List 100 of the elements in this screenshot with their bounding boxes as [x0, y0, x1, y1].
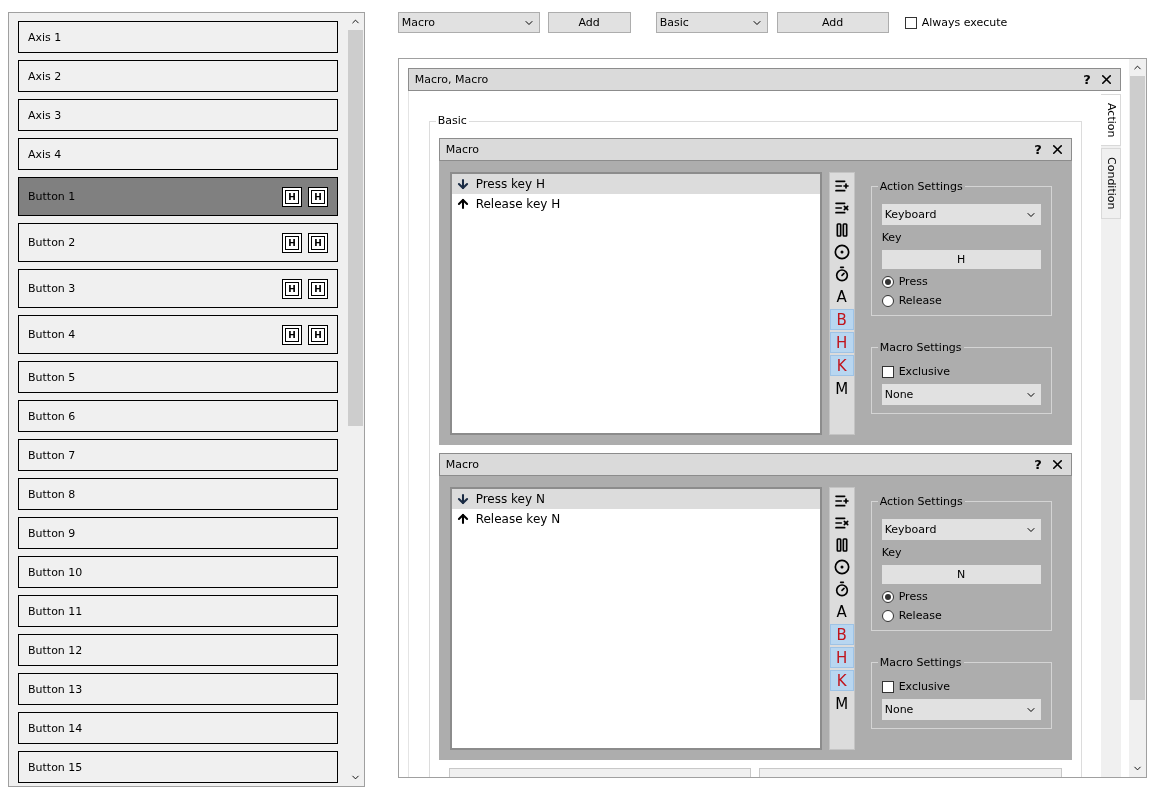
input-label: Button 15	[28, 760, 84, 774]
input-item[interactable]: Button 5	[18, 361, 338, 393]
key-badge: H	[308, 186, 328, 207]
input-label: Button 2	[28, 236, 77, 249]
radio-label: Release	[898, 609, 942, 622]
input-item[interactable]: Button 13	[18, 673, 338, 705]
radio-label: Release	[898, 294, 942, 307]
add-action-button[interactable]: Add	[547, 12, 631, 33]
help-button[interactable]: ?	[1034, 142, 1042, 157]
letter-toggle[interactable]: K	[829, 670, 854, 691]
checkbox[interactable]	[881, 680, 894, 693]
letter-toggle[interactable]: H	[829, 647, 854, 668]
input-item[interactable]: Button 15	[18, 751, 338, 783]
step-label: Release key H	[475, 197, 561, 211]
input-label: Button 5	[28, 370, 77, 384]
input-label: Button 11	[28, 604, 84, 618]
step-row[interactable]: Press key N	[451, 489, 820, 509]
key-button[interactable]: N	[881, 565, 1041, 584]
step-label: Release key N	[475, 512, 561, 526]
input-item[interactable]: Axis 4	[18, 138, 338, 170]
repeat-dropdown[interactable]: None	[881, 699, 1041, 720]
input-label: Button 8	[28, 487, 77, 501]
timer-icon[interactable]	[833, 264, 850, 284]
input-label: Axis 4	[28, 147, 63, 161]
input-item[interactable]: Axis 3	[18, 99, 338, 131]
input-item[interactable]: Axis 2	[18, 60, 338, 92]
key-label: Key	[881, 231, 903, 244]
key-badge: H	[282, 232, 302, 253]
input-item[interactable]: Button 4 H H	[18, 315, 338, 354]
checkbox[interactable]	[881, 365, 894, 378]
key-badge: H	[282, 278, 302, 299]
input-label: Button 12	[28, 643, 84, 657]
input-item[interactable]: Button 12	[18, 634, 338, 666]
letter-toggle[interactable]: K	[829, 355, 854, 376]
condition-type-dropdown[interactable]: Basic	[655, 12, 768, 33]
add-condition-button[interactable]: Add	[776, 12, 889, 33]
help-button[interactable]: ?	[1034, 457, 1042, 472]
vertical-tab[interactable]: Action	[1100, 94, 1121, 147]
step-label: Press key H	[475, 177, 545, 191]
device-dropdown[interactable]: Keyboard	[881, 519, 1041, 540]
input-label: Button 3	[28, 282, 77, 295]
checkbox-label: Exclusive	[898, 365, 951, 378]
input-label: Button 4	[28, 328, 77, 341]
radio-button[interactable]	[881, 294, 894, 307]
key-badge: H	[282, 324, 302, 345]
key-badge: H	[308, 232, 328, 253]
group-title: Macro Settings	[877, 341, 964, 354]
input-item[interactable]: Button 10	[18, 556, 338, 588]
input-item[interactable]: Button 9	[18, 517, 338, 549]
radio-button[interactable]	[881, 590, 894, 603]
panel-title: Macro	[445, 143, 480, 156]
scrollbar[interactable]	[1128, 59, 1146, 777]
letter-toggle[interactable]: B	[829, 624, 854, 645]
input-item[interactable]: Button 11	[18, 595, 338, 627]
record-icon[interactable]	[833, 557, 850, 577]
panel-title: Macro	[445, 458, 480, 471]
radio-label: Press	[898, 590, 928, 603]
input-item[interactable]: Button 14	[18, 712, 338, 744]
step-row[interactable]: Press key H	[451, 174, 820, 194]
input-label: Button 6	[28, 409, 77, 423]
key-badge: H	[282, 186, 302, 207]
scrollbar-thumb[interactable]	[1129, 76, 1145, 700]
input-label: Button 1	[28, 190, 77, 203]
letter-toggle[interactable]: A	[829, 286, 854, 307]
input-label: Button 10	[28, 565, 84, 579]
input-label: Button 13	[28, 682, 84, 696]
input-item[interactable]: Button 6	[18, 400, 338, 432]
input-item[interactable]: Button 7	[18, 439, 338, 471]
group-title: Basic	[435, 114, 469, 127]
group-title: Action Settings	[877, 495, 965, 508]
timer-icon[interactable]	[833, 579, 850, 599]
letter-toggle[interactable]: B	[829, 309, 854, 330]
key-badge: H	[308, 324, 328, 345]
record-icon[interactable]	[833, 242, 850, 262]
letter-toggle[interactable]: A	[829, 601, 854, 622]
letter-toggle[interactable]: M	[829, 693, 854, 714]
container-title: Macro, Macro	[414, 73, 490, 86]
checkbox-label: Always execute	[921, 16, 1008, 29]
key-label: Key	[881, 546, 903, 559]
input-item[interactable]: Axis 1	[18, 21, 338, 53]
vertical-tab[interactable]: Condition	[1100, 148, 1121, 219]
key-button[interactable]: H	[881, 250, 1041, 269]
key-badge: H	[308, 278, 328, 299]
input-item[interactable]: Button 2 H H	[18, 223, 338, 262]
input-item[interactable]: Button 1 H H	[18, 177, 338, 216]
action-type-dropdown[interactable]: Macro	[397, 12, 540, 33]
radio-button[interactable]	[881, 609, 894, 622]
repeat-dropdown[interactable]: None	[881, 384, 1041, 405]
input-item[interactable]: Button 3 H H	[18, 269, 338, 308]
radio-button[interactable]	[881, 275, 894, 288]
checkbox[interactable]	[904, 16, 917, 29]
input-label: Axis 3	[28, 108, 63, 122]
scrollbar-thumb[interactable]	[347, 30, 363, 426]
input-label: Button 14	[28, 721, 84, 735]
letter-toggle[interactable]: H	[829, 332, 854, 353]
input-item[interactable]: Button 8	[18, 478, 338, 510]
letter-toggle[interactable]: M	[829, 378, 854, 399]
input-label: Button 7	[28, 448, 77, 462]
help-button[interactable]: ?	[1083, 72, 1091, 87]
device-dropdown[interactable]: Keyboard	[881, 204, 1041, 225]
